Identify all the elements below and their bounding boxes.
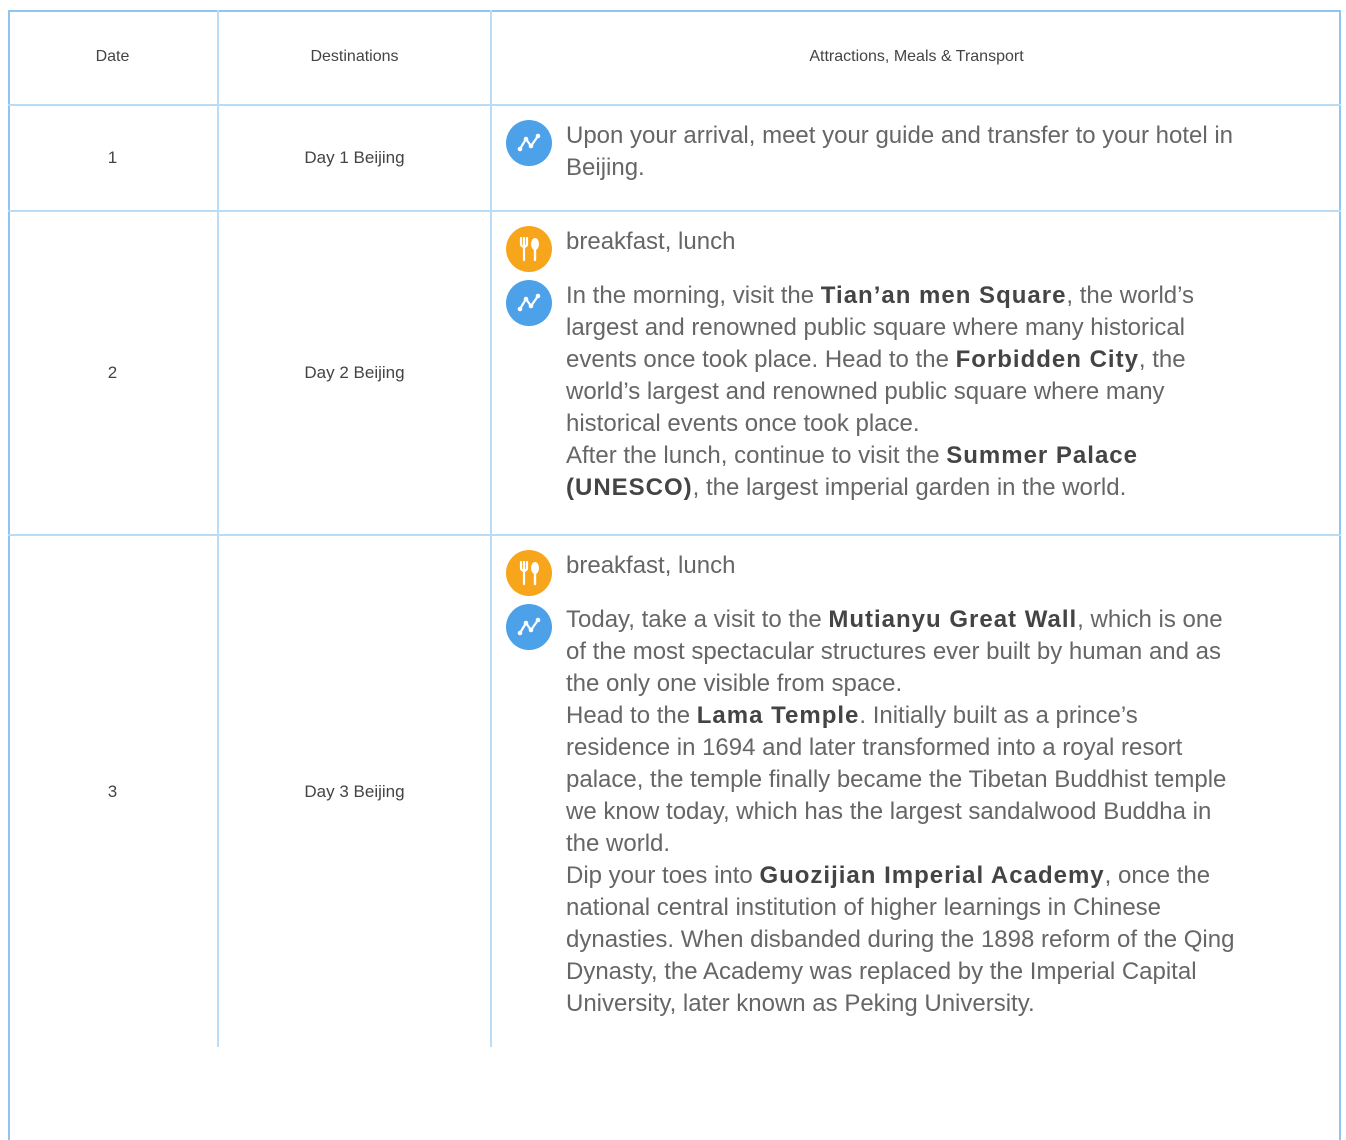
activity-text-segment: , the largest imperial garden in the wor… — [692, 474, 1127, 501]
activity-text-segment: Head to the — [566, 702, 697, 729]
activity-text: In the morning, visit the Tian’an men Sq… — [566, 280, 1246, 504]
destination: Day 1 Beijing — [217, 104, 492, 212]
destination: Day 3 Beijing — [217, 534, 492, 1047]
header-destinations: Destinations — [217, 10, 492, 106]
route-icon — [506, 120, 552, 166]
activity-text-segment: After the lunch, continue to visit the — [566, 442, 947, 469]
activity-text-segment: Dip your toes into — [566, 862, 760, 889]
activity-text: Today, take a visit to the Mutianyu Grea… — [566, 604, 1246, 1020]
table-row: 1 Day 1 Beijing Upon your arrival, meet yo… — [8, 104, 1341, 212]
meal-icon — [506, 550, 552, 596]
activity-text-segment: In the morning, visit the — [566, 282, 821, 309]
activity-text: breakfast, lunch — [566, 550, 735, 582]
activity-text-segment: Today, take a visit to the — [566, 606, 829, 633]
list-item: breakfast, lunch — [506, 550, 1327, 596]
attraction-name: Lama Temple — [696, 702, 860, 729]
header-row: Date Destinations Attractions, Meals & T… — [8, 10, 1341, 106]
route-icon — [506, 280, 552, 326]
activity-details: breakfast, lunch In the morning, visit th… — [490, 210, 1341, 536]
header-details: Attractions, Meals & Transport — [490, 10, 1341, 106]
attraction-name: Mutianyu Great Wall — [828, 606, 1078, 633]
attraction-name: Forbidden City — [955, 346, 1139, 373]
activity-details: breakfast, lunch Today, take a visit to t… — [490, 534, 1341, 1047]
list-item: Upon your arrival, meet your guide and t… — [506, 120, 1327, 184]
day-number: 2 — [8, 210, 219, 536]
table-row: 3 Day 3 Beijing breakfast, lunch Today, tak… — [8, 534, 1341, 1047]
activity-details: Upon your arrival, meet your guide and t… — [490, 104, 1341, 212]
route-icon — [506, 604, 552, 650]
itinerary-table: Date Destinations Attractions, Meals & T… — [8, 10, 1341, 1047]
destination: Day 2 Beijing — [217, 210, 492, 536]
list-item: In the morning, visit the Tian’an men Sq… — [506, 280, 1327, 504]
activity-text: Upon your arrival, meet your guide and t… — [566, 120, 1246, 184]
activity-text-segment: Upon your arrival, meet your guide and t… — [566, 122, 1234, 181]
attraction-name: Tian’an men Square — [820, 282, 1067, 309]
day-number: 1 — [8, 104, 219, 212]
activity-text-segment: breakfast, lunch — [566, 552, 736, 579]
list-item: Today, take a visit to the Mutianyu Grea… — [506, 604, 1327, 1020]
meal-icon — [506, 226, 552, 272]
attraction-name: Guozijian Imperial Academy — [759, 862, 1105, 889]
header-date: Date — [8, 10, 219, 106]
day-number: 3 — [8, 534, 219, 1047]
activity-text: breakfast, lunch — [566, 226, 735, 258]
itinerary-body: 1 Day 1 Beijing Upon your arrival, meet yo… — [8, 104, 1341, 1047]
table-row: 2 Day 2 Beijing breakfast, lunch In the mor… — [8, 210, 1341, 536]
list-item: breakfast, lunch — [506, 226, 1327, 272]
activity-text-segment: breakfast, lunch — [566, 228, 736, 255]
